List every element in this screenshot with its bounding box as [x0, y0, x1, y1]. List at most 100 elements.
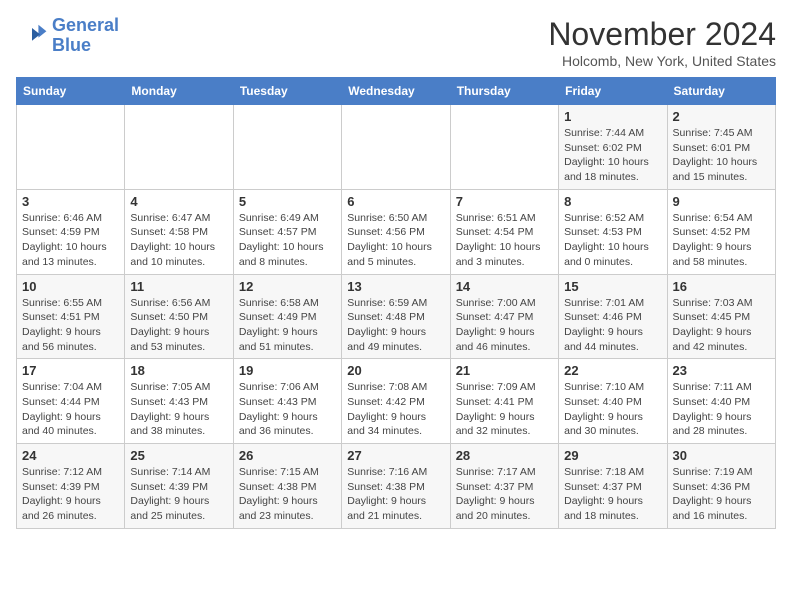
week-row-0: 1 Sunrise: 7:44 AM Sunset: 6:02 PM Daylig…	[17, 105, 776, 190]
day-info: Sunrise: 6:50 AM Sunset: 4:56 PM Dayligh…	[347, 211, 444, 270]
header-tuesday: Tuesday	[233, 78, 341, 105]
day-number: 9	[673, 194, 770, 209]
day-number: 30	[673, 448, 770, 463]
calendar-cell: 12 Sunrise: 6:58 AM Sunset: 4:49 PM Dayli…	[233, 274, 341, 359]
calendar-cell: 4 Sunrise: 6:47 AM Sunset: 4:58 PM Daylig…	[125, 189, 233, 274]
day-info: Sunrise: 6:59 AM Sunset: 4:48 PM Dayligh…	[347, 296, 444, 355]
calendar-cell	[125, 105, 233, 190]
day-info: Sunrise: 6:52 AM Sunset: 4:53 PM Dayligh…	[564, 211, 661, 270]
header-sunday: Sunday	[17, 78, 125, 105]
calendar-cell: 23 Sunrise: 7:11 AM Sunset: 4:40 PM Dayli…	[667, 359, 775, 444]
day-number: 27	[347, 448, 444, 463]
calendar-cell: 29 Sunrise: 7:18 AM Sunset: 4:37 PM Dayli…	[559, 444, 667, 529]
calendar-cell: 2 Sunrise: 7:45 AM Sunset: 6:01 PM Daylig…	[667, 105, 775, 190]
day-number: 10	[22, 279, 119, 294]
calendar-cell: 16 Sunrise: 7:03 AM Sunset: 4:45 PM Dayli…	[667, 274, 775, 359]
calendar-cell: 22 Sunrise: 7:10 AM Sunset: 4:40 PM Dayli…	[559, 359, 667, 444]
day-info: Sunrise: 7:04 AM Sunset: 4:44 PM Dayligh…	[22, 380, 119, 439]
calendar-cell: 28 Sunrise: 7:17 AM Sunset: 4:37 PM Dayli…	[450, 444, 558, 529]
day-number: 23	[673, 363, 770, 378]
day-info: Sunrise: 7:44 AM Sunset: 6:02 PM Dayligh…	[564, 126, 661, 185]
day-info: Sunrise: 6:49 AM Sunset: 4:57 PM Dayligh…	[239, 211, 336, 270]
calendar-cell: 8 Sunrise: 6:52 AM Sunset: 4:53 PM Daylig…	[559, 189, 667, 274]
day-info: Sunrise: 7:14 AM Sunset: 4:39 PM Dayligh…	[130, 465, 227, 524]
calendar-cell: 10Sunrise: 6:55 AM Sunset: 4:51 PM Dayli…	[17, 274, 125, 359]
day-info: Sunrise: 7:18 AM Sunset: 4:37 PM Dayligh…	[564, 465, 661, 524]
day-info: Sunrise: 7:00 AM Sunset: 4:47 PM Dayligh…	[456, 296, 553, 355]
day-info: Sunrise: 6:56 AM Sunset: 4:50 PM Dayligh…	[130, 296, 227, 355]
day-number: 16	[673, 279, 770, 294]
calendar-cell: 18 Sunrise: 7:05 AM Sunset: 4:43 PM Dayli…	[125, 359, 233, 444]
week-row-2: 10Sunrise: 6:55 AM Sunset: 4:51 PM Dayli…	[17, 274, 776, 359]
day-info: Sunrise: 7:16 AM Sunset: 4:38 PM Dayligh…	[347, 465, 444, 524]
calendar-cell: 7 Sunrise: 6:51 AM Sunset: 4:54 PM Daylig…	[450, 189, 558, 274]
calendar-cell: 26 Sunrise: 7:15 AM Sunset: 4:38 PM Dayli…	[233, 444, 341, 529]
day-info: Sunrise: 7:11 AM Sunset: 4:40 PM Dayligh…	[673, 380, 770, 439]
logo-text: General Blue	[52, 16, 119, 56]
day-info: Sunrise: 7:45 AM Sunset: 6:01 PM Dayligh…	[673, 126, 770, 185]
day-info: Sunrise: 6:47 AM Sunset: 4:58 PM Dayligh…	[130, 211, 227, 270]
header-wednesday: Wednesday	[342, 78, 450, 105]
header-friday: Friday	[559, 78, 667, 105]
day-number: 20	[347, 363, 444, 378]
day-info: Sunrise: 7:15 AM Sunset: 4:38 PM Dayligh…	[239, 465, 336, 524]
day-info: Sunrise: 7:03 AM Sunset: 4:45 PM Dayligh…	[673, 296, 770, 355]
calendar-cell: 21 Sunrise: 7:09 AM Sunset: 4:41 PM Dayli…	[450, 359, 558, 444]
day-number: 26	[239, 448, 336, 463]
calendar-cell: 13 Sunrise: 6:59 AM Sunset: 4:48 PM Dayli…	[342, 274, 450, 359]
day-info: Sunrise: 7:01 AM Sunset: 4:46 PM Dayligh…	[564, 296, 661, 355]
calendar-cell	[17, 105, 125, 190]
calendar-cell: 30 Sunrise: 7:19 AM Sunset: 4:36 PM Dayli…	[667, 444, 775, 529]
calendar-cell: 15Sunrise: 7:01 AM Sunset: 4:46 PM Dayli…	[559, 274, 667, 359]
week-row-3: 17Sunrise: 7:04 AM Sunset: 4:44 PM Dayli…	[17, 359, 776, 444]
week-row-1: 3 Sunrise: 6:46 AM Sunset: 4:59 PM Daylig…	[17, 189, 776, 274]
day-info: Sunrise: 7:09 AM Sunset: 4:41 PM Dayligh…	[456, 380, 553, 439]
calendar-cell: 9 Sunrise: 6:54 AM Sunset: 4:52 PM Daylig…	[667, 189, 775, 274]
day-info: Sunrise: 7:17 AM Sunset: 4:37 PM Dayligh…	[456, 465, 553, 524]
day-number: 14	[456, 279, 553, 294]
day-info: Sunrise: 6:46 AM Sunset: 4:59 PM Dayligh…	[22, 211, 119, 270]
day-number: 18	[130, 363, 227, 378]
header-saturday: Saturday	[667, 78, 775, 105]
day-info: Sunrise: 7:08 AM Sunset: 4:42 PM Dayligh…	[347, 380, 444, 439]
calendar-cell: 14 Sunrise: 7:00 AM Sunset: 4:47 PM Dayli…	[450, 274, 558, 359]
calendar-header-row: SundayMondayTuesdayWednesdayThursdayFrid…	[17, 78, 776, 105]
day-number: 22	[564, 363, 661, 378]
calendar-cell: 17Sunrise: 7:04 AM Sunset: 4:44 PM Dayli…	[17, 359, 125, 444]
day-number: 2	[673, 109, 770, 124]
day-number: 11	[130, 279, 227, 294]
calendar-cell: 6 Sunrise: 6:50 AM Sunset: 4:56 PM Daylig…	[342, 189, 450, 274]
day-number: 3	[22, 194, 119, 209]
day-number: 13	[347, 279, 444, 294]
day-number: 4	[130, 194, 227, 209]
calendar-cell: 27 Sunrise: 7:16 AM Sunset: 4:38 PM Dayli…	[342, 444, 450, 529]
day-number: 29	[564, 448, 661, 463]
logo-icon	[16, 20, 48, 52]
week-row-4: 24Sunrise: 7:12 AM Sunset: 4:39 PM Dayli…	[17, 444, 776, 529]
day-number: 12	[239, 279, 336, 294]
day-info: Sunrise: 6:54 AM Sunset: 4:52 PM Dayligh…	[673, 211, 770, 270]
month-title: November 2024	[548, 16, 776, 53]
calendar-cell: 5Sunrise: 6:49 AM Sunset: 4:57 PM Daylig…	[233, 189, 341, 274]
day-number: 28	[456, 448, 553, 463]
day-info: Sunrise: 7:19 AM Sunset: 4:36 PM Dayligh…	[673, 465, 770, 524]
calendar-cell: 1 Sunrise: 7:44 AM Sunset: 6:02 PM Daylig…	[559, 105, 667, 190]
day-number: 6	[347, 194, 444, 209]
calendar-cell: 11 Sunrise: 6:56 AM Sunset: 4:50 PM Dayli…	[125, 274, 233, 359]
day-number: 21	[456, 363, 553, 378]
calendar-cell: 20 Sunrise: 7:08 AM Sunset: 4:42 PM Dayli…	[342, 359, 450, 444]
calendar-cell: 3 Sunrise: 6:46 AM Sunset: 4:59 PM Daylig…	[17, 189, 125, 274]
header: General Blue November 2024 Holcomb, New …	[16, 16, 776, 69]
day-info: Sunrise: 7:10 AM Sunset: 4:40 PM Dayligh…	[564, 380, 661, 439]
day-number: 25	[130, 448, 227, 463]
logo: General Blue	[16, 16, 119, 56]
calendar-cell	[342, 105, 450, 190]
calendar-cell: 19Sunrise: 7:06 AM Sunset: 4:43 PM Dayli…	[233, 359, 341, 444]
day-number: 1	[564, 109, 661, 124]
day-info: Sunrise: 6:51 AM Sunset: 4:54 PM Dayligh…	[456, 211, 553, 270]
day-number: 19	[239, 363, 336, 378]
day-info: Sunrise: 6:58 AM Sunset: 4:49 PM Dayligh…	[239, 296, 336, 355]
day-number: 7	[456, 194, 553, 209]
day-number: 8	[564, 194, 661, 209]
day-info: Sunrise: 7:05 AM Sunset: 4:43 PM Dayligh…	[130, 380, 227, 439]
